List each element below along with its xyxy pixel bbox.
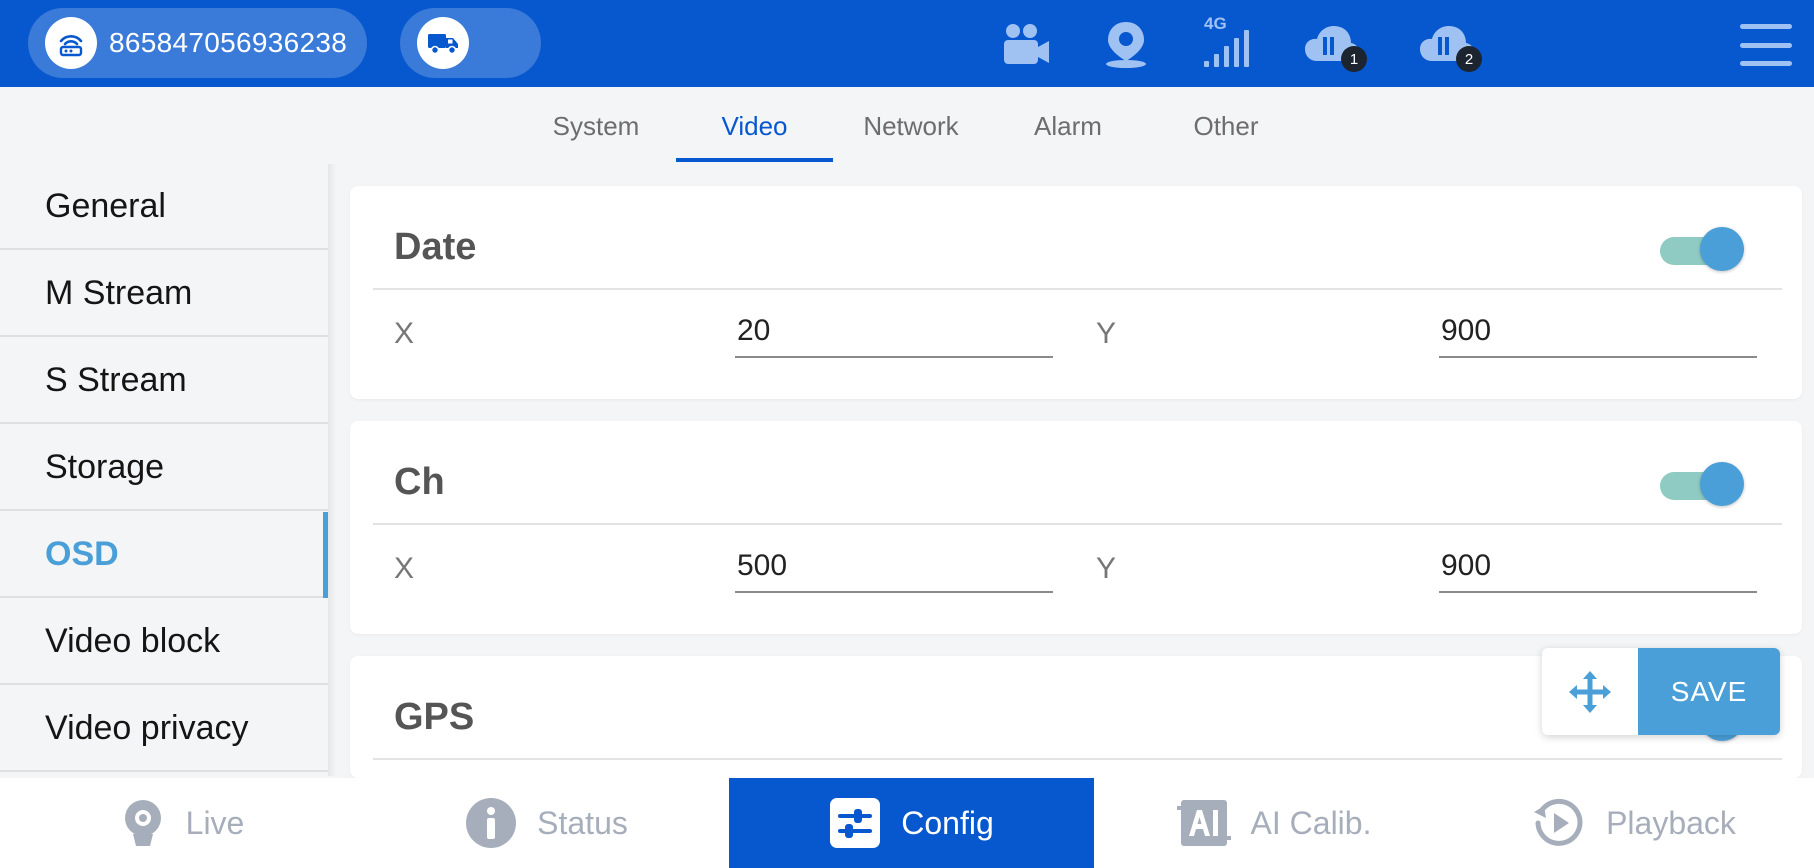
nav-ai-calib[interactable]: AI Calib.: [1094, 778, 1454, 868]
ai-icon: [1176, 796, 1231, 850]
info-icon: [465, 797, 517, 849]
nav-live-label: Live: [185, 804, 245, 841]
device-id-text: 865847056936238: [109, 27, 348, 58]
card-divider: [373, 523, 1782, 525]
sidebar-item-video-privacy[interactable]: Video privacy: [0, 686, 328, 772]
osd-date-y-input[interactable]: [1439, 306, 1757, 358]
vehicle-pill[interactable]: [400, 8, 541, 78]
truck-icon: [417, 17, 469, 69]
router-icon: [45, 17, 97, 69]
cloud-2-badge: 2: [1456, 46, 1482, 72]
bottom-navigation: Live Status Config AI Calib. Playback: [0, 778, 1814, 868]
sidebar-item-s-stream[interactable]: S Stream: [0, 338, 328, 424]
nav-playback-label: Playback: [1606, 804, 1736, 841]
nav-status[interactable]: Status: [364, 778, 729, 868]
hamburger-menu-icon[interactable]: [1740, 24, 1792, 66]
device-id-pill[interactable]: 865847056936238: [28, 8, 367, 78]
floating-action-panel: SAVE: [1542, 648, 1780, 735]
tab-alarm[interactable]: Alarm: [1000, 87, 1136, 165]
cloud-1-badge: 1: [1341, 46, 1367, 72]
nav-status-label: Status: [537, 804, 628, 841]
top-bar: 865847056936238 4G 1 2: [0, 0, 1814, 87]
nav-ai-calib-label: AI Calib.: [1250, 804, 1372, 841]
osd-date-x-input[interactable]: [735, 306, 1053, 358]
location-icon[interactable]: [1101, 18, 1151, 70]
osd-ch-x-label: X: [394, 552, 415, 585]
cloud-server-1-icon[interactable]: 1: [1303, 18, 1367, 72]
nav-live[interactable]: Live: [0, 778, 364, 868]
tab-other[interactable]: Other: [1158, 87, 1294, 165]
tab-network[interactable]: Network: [843, 87, 979, 165]
save-button[interactable]: SAVE: [1638, 648, 1780, 735]
sidebar-item-storage[interactable]: Storage: [0, 425, 328, 511]
cellular-4g-icon: 4G: [1200, 14, 1254, 70]
osd-ch-y-input[interactable]: [1439, 541, 1757, 593]
tab-system[interactable]: System: [528, 87, 664, 165]
sidebar-item-m-stream[interactable]: M Stream: [0, 251, 328, 337]
webcam-icon: [120, 798, 166, 848]
move-arrows-icon[interactable]: [1542, 648, 1638, 735]
osd-date-toggle[interactable]: [1656, 224, 1744, 274]
osd-ch-card: Ch X Y: [350, 421, 1802, 634]
sliders-icon: [829, 797, 881, 849]
sidebar: General M Stream S Stream Storage OSD Vi…: [0, 164, 328, 776]
tab-video[interactable]: Video: [676, 87, 833, 165]
playback-icon: [1532, 796, 1586, 850]
cloud-server-2-icon[interactable]: 2: [1418, 18, 1482, 72]
sidebar-shadow: [328, 164, 336, 776]
sidebar-item-video-block[interactable]: Video block: [0, 599, 328, 685]
osd-ch-y-label: Y: [1096, 552, 1117, 585]
osd-date-title: Date: [394, 226, 477, 268]
nav-config-label: Config: [901, 804, 994, 841]
card-divider: [373, 758, 1782, 760]
nav-playback[interactable]: Playback: [1454, 778, 1814, 868]
osd-date-y-label: Y: [1096, 317, 1117, 350]
osd-ch-x-input[interactable]: [735, 541, 1053, 593]
card-divider: [373, 288, 1782, 290]
sidebar-item-osd[interactable]: OSD: [0, 512, 328, 598]
osd-date-x-label: X: [394, 317, 415, 350]
osd-ch-toggle[interactable]: [1656, 459, 1744, 509]
category-tabs: System Video Network Alarm Other: [0, 87, 1814, 165]
camera-icon[interactable]: [1000, 18, 1052, 70]
osd-gps-title: GPS: [394, 696, 475, 738]
osd-date-card: Date X Y: [350, 186, 1802, 399]
sidebar-item-general[interactable]: General: [0, 164, 328, 250]
osd-ch-title: Ch: [394, 461, 445, 503]
active-tab-indicator: [676, 158, 833, 162]
nav-config[interactable]: Config: [729, 778, 1094, 868]
network-type-label: 4G: [1204, 14, 1227, 33]
